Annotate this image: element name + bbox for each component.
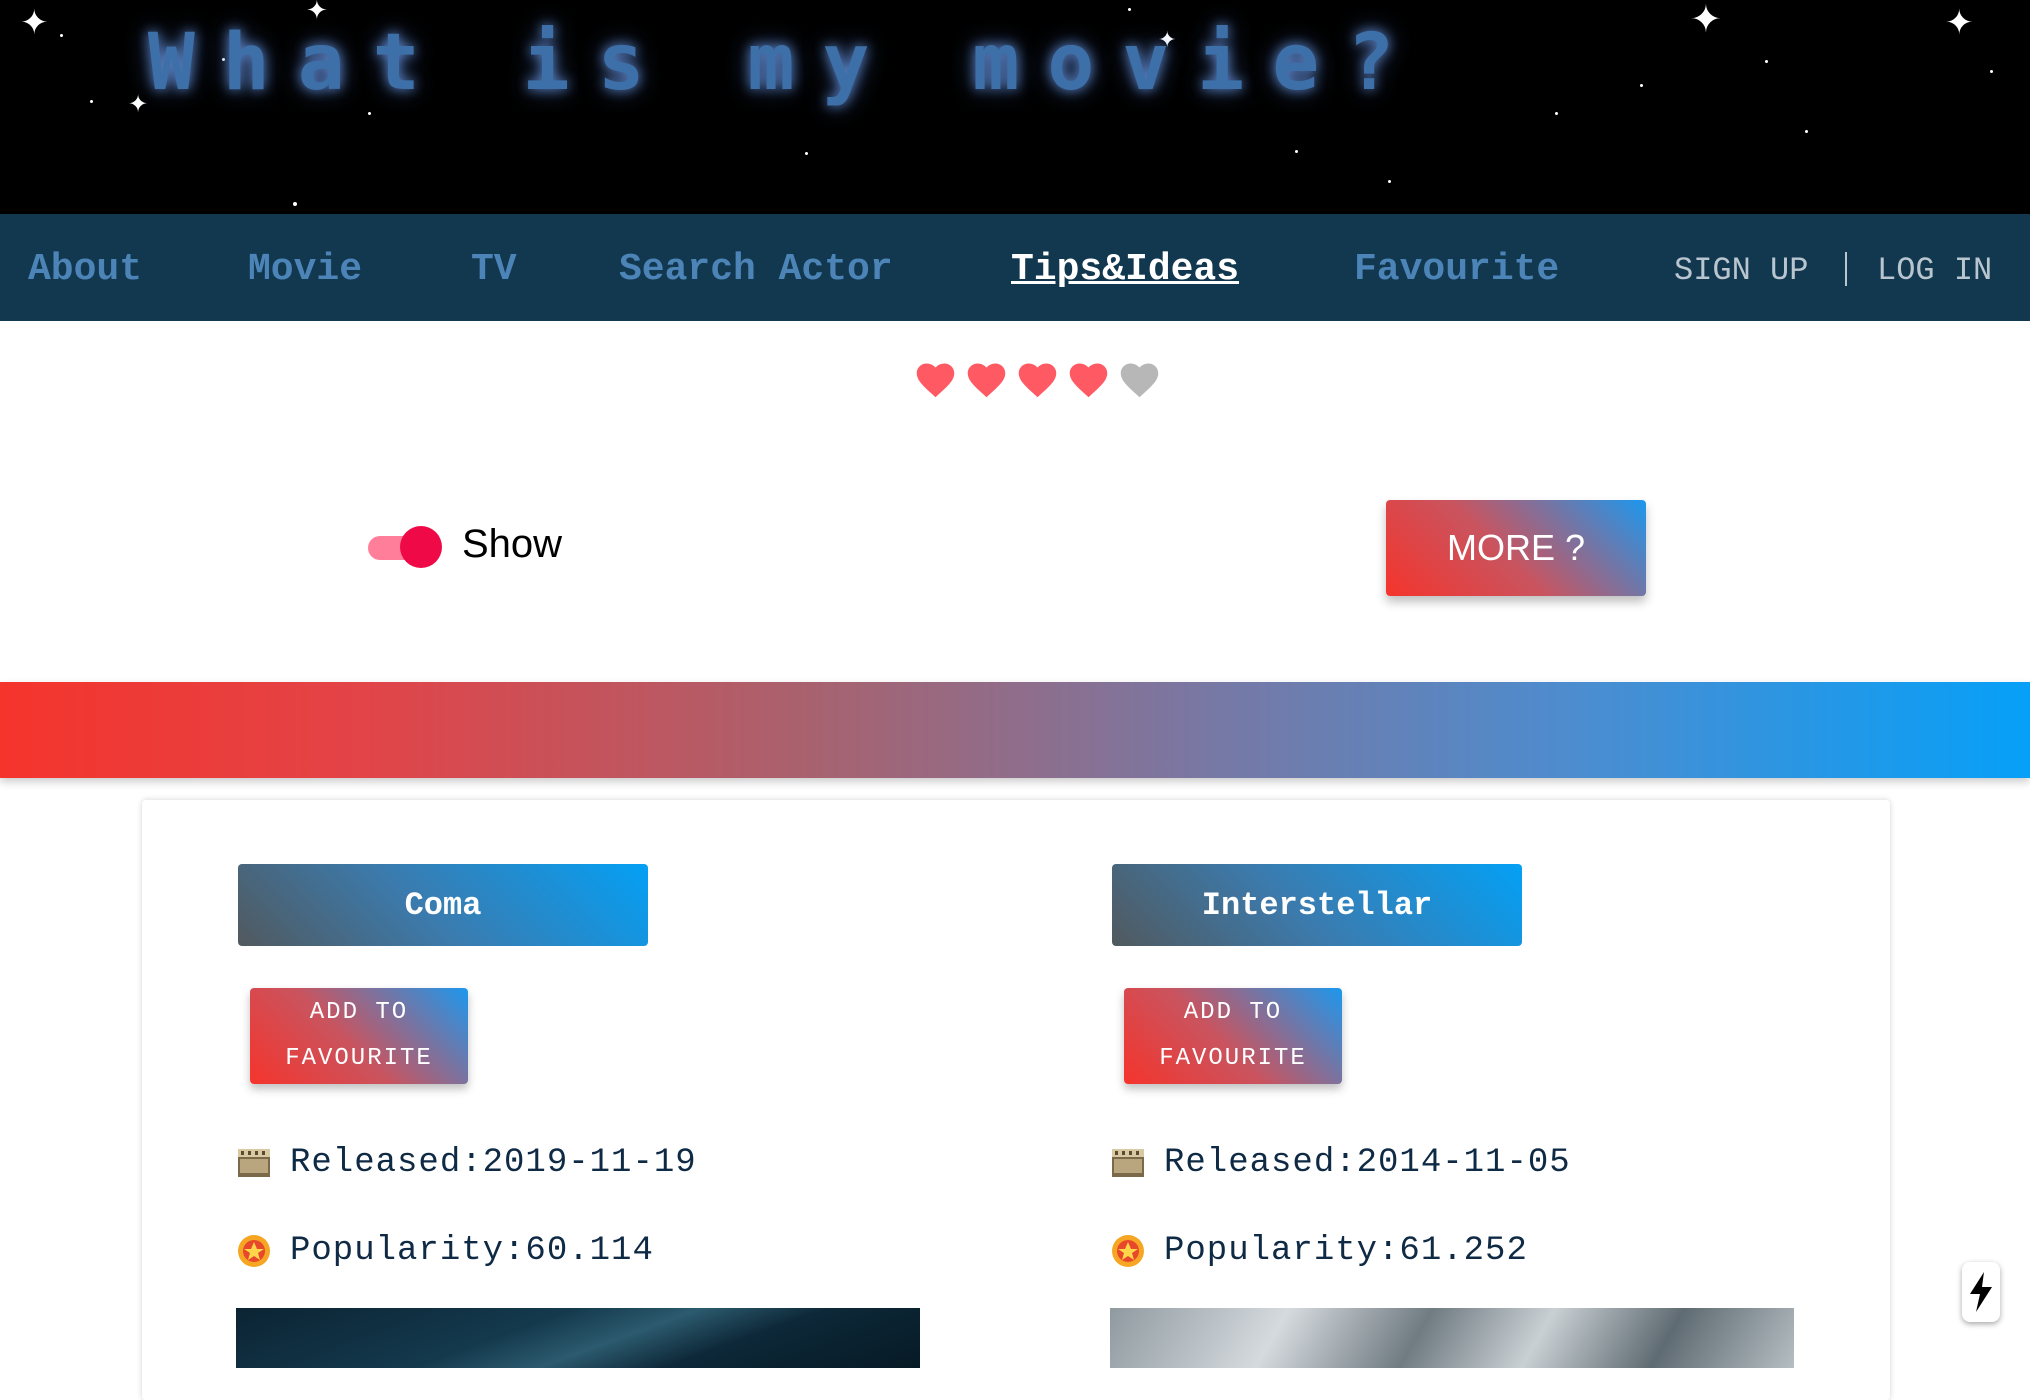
star <box>1555 112 1558 115</box>
star <box>1805 130 1808 133</box>
nav-item-tv[interactable]: TV <box>471 248 517 291</box>
star <box>805 152 808 155</box>
toggle-knob <box>400 526 442 568</box>
heart-rating <box>913 356 1162 406</box>
heart-filled-icon[interactable] <box>964 356 1009 401</box>
release-date: Released:2014-11-05 <box>1164 1144 1571 1182</box>
release-date-row: Released:2019-11-19 <box>236 1144 697 1182</box>
popularity-row: Popularity:61.252 <box>1110 1232 1528 1270</box>
gradient-banner <box>0 682 2030 778</box>
star <box>293 202 297 206</box>
fav-button-line: FAVOURITE <box>1159 1045 1307 1072</box>
heart-filled-icon[interactable] <box>1066 356 1111 401</box>
more-button[interactable]: MORE ? <box>1386 500 1646 596</box>
movie-poster[interactable] <box>1110 1308 1794 1368</box>
nav-item-about[interactable]: About <box>28 248 142 291</box>
star <box>1128 8 1131 11</box>
heart-filled-icon[interactable] <box>1015 356 1060 401</box>
popularity-icon <box>238 1235 270 1267</box>
site-header: ✦ ✦ ✦ ✦ ✦ ✦ What is my movie? <box>0 0 2030 214</box>
login-link[interactable]: LOG IN <box>1877 252 1992 289</box>
fav-button-line: FAVOURITE <box>285 1045 433 1072</box>
main-nav: About Movie TV Search Actor Tips&Ideas F… <box>0 214 2030 321</box>
fav-button-line: ADD TO <box>309 999 409 1026</box>
nav-item-search-actor[interactable]: Search Actor <box>619 248 893 291</box>
signup-link[interactable]: SIGN UP <box>1674 252 1808 289</box>
star <box>1388 180 1391 183</box>
release-date-row: Released:2014-11-05 <box>1110 1144 1571 1182</box>
add-to-favourite-button[interactable]: ADD TO FAVOURITE <box>250 988 468 1084</box>
heart-empty-icon[interactable] <box>1117 356 1162 401</box>
movie-title-button[interactable]: Interstellar <box>1112 864 1522 946</box>
star <box>1295 150 1298 153</box>
nav-item-tips-ideas[interactable]: Tips&Ideas <box>1011 248 1239 291</box>
popularity-row: Popularity:60.114 <box>236 1232 654 1270</box>
add-to-favourite-button[interactable]: ADD TO FAVOURITE <box>1124 988 1342 1084</box>
nav-divider <box>1845 252 1847 286</box>
movie-poster[interactable] <box>236 1308 920 1368</box>
site-title: What is my movie? <box>147 18 1423 108</box>
popularity: Popularity:60.114 <box>290 1232 654 1270</box>
heart-filled-icon[interactable] <box>913 356 958 401</box>
lightning-icon <box>1970 1272 1992 1312</box>
nav-item-movie[interactable]: Movie <box>248 248 362 291</box>
film-icon <box>1112 1149 1144 1177</box>
lightning-button[interactable] <box>1962 1262 2000 1322</box>
popularity-icon <box>1112 1235 1144 1267</box>
nav-item-favourite[interactable]: Favourite <box>1354 248 1559 291</box>
popularity: Popularity:61.252 <box>1164 1232 1528 1270</box>
release-date: Released:2019-11-19 <box>290 1144 697 1182</box>
star <box>368 112 371 115</box>
toggle-label: Show <box>462 522 563 566</box>
movie-title-button[interactable]: Coma <box>238 864 648 946</box>
fav-button-line: ADD TO <box>1183 999 1283 1026</box>
show-toggle[interactable] <box>368 526 444 568</box>
film-icon <box>238 1149 270 1177</box>
